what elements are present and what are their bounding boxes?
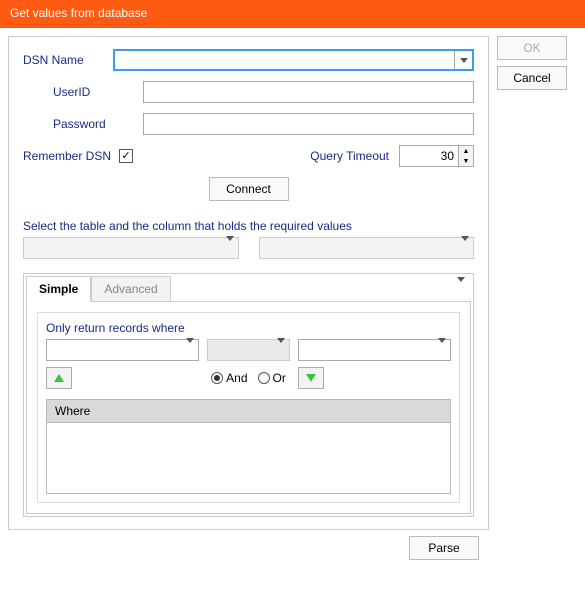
userid-label: UserID bbox=[53, 85, 143, 99]
dialog-window: Get values from database DSN Name UserID… bbox=[0, 0, 585, 610]
tab-simple[interactable]: Simple bbox=[26, 276, 91, 302]
chevron-down-icon[interactable] bbox=[454, 51, 472, 69]
and-radio[interactable]: And bbox=[211, 371, 247, 385]
chevron-down-icon bbox=[277, 343, 285, 357]
where-body[interactable] bbox=[47, 423, 450, 493]
query-timeout-label: Query Timeout bbox=[310, 149, 389, 163]
column-combo[interactable] bbox=[259, 237, 475, 259]
ok-button[interactable]: OK bbox=[497, 36, 567, 60]
table-combo[interactable] bbox=[23, 237, 239, 259]
password-label: Password bbox=[53, 117, 143, 131]
query-timeout-input[interactable] bbox=[399, 145, 459, 167]
select-table-label: Select the table and the column that hol… bbox=[23, 219, 474, 233]
remember-dsn-checkbox[interactable]: ✓ bbox=[119, 149, 133, 163]
remember-dsn-label: Remember DSN bbox=[23, 149, 111, 163]
spin-up-icon[interactable]: ▲ bbox=[459, 146, 473, 156]
cancel-button[interactable]: Cancel bbox=[497, 66, 567, 90]
move-up-button[interactable] bbox=[46, 367, 72, 389]
dsn-name-combo[interactable] bbox=[113, 49, 474, 71]
move-down-button[interactable] bbox=[298, 367, 324, 389]
chevron-down-icon bbox=[438, 343, 446, 357]
where-header: Where bbox=[47, 400, 450, 423]
parse-button[interactable]: Parse bbox=[409, 536, 479, 560]
chevron-down-icon bbox=[186, 343, 194, 357]
chevron-down-icon bbox=[461, 241, 469, 255]
window-title: Get values from database bbox=[10, 6, 147, 20]
tab-advanced[interactable]: Advanced bbox=[91, 276, 170, 302]
expand-icon[interactable] bbox=[451, 282, 471, 296]
where-list: Where bbox=[46, 399, 451, 494]
dsn-label: DSN Name bbox=[23, 53, 113, 67]
password-input[interactable] bbox=[143, 113, 474, 135]
main-panel: DSN Name UserID Password Remember DSN bbox=[8, 36, 489, 530]
chevron-down-icon bbox=[226, 241, 234, 255]
userid-input[interactable] bbox=[143, 81, 474, 103]
only-return-label: Only return records where bbox=[46, 321, 451, 335]
or-radio[interactable]: Or bbox=[258, 371, 286, 385]
spin-down-icon[interactable]: ▼ bbox=[459, 156, 473, 166]
filter-field-combo[interactable] bbox=[46, 339, 199, 361]
titlebar: Get values from database bbox=[0, 0, 585, 28]
filter-value-combo[interactable] bbox=[298, 339, 451, 361]
tabstrip: Simple Advanced bbox=[26, 276, 471, 302]
filter-op-combo[interactable] bbox=[207, 339, 290, 361]
connect-button[interactable]: Connect bbox=[209, 177, 289, 201]
